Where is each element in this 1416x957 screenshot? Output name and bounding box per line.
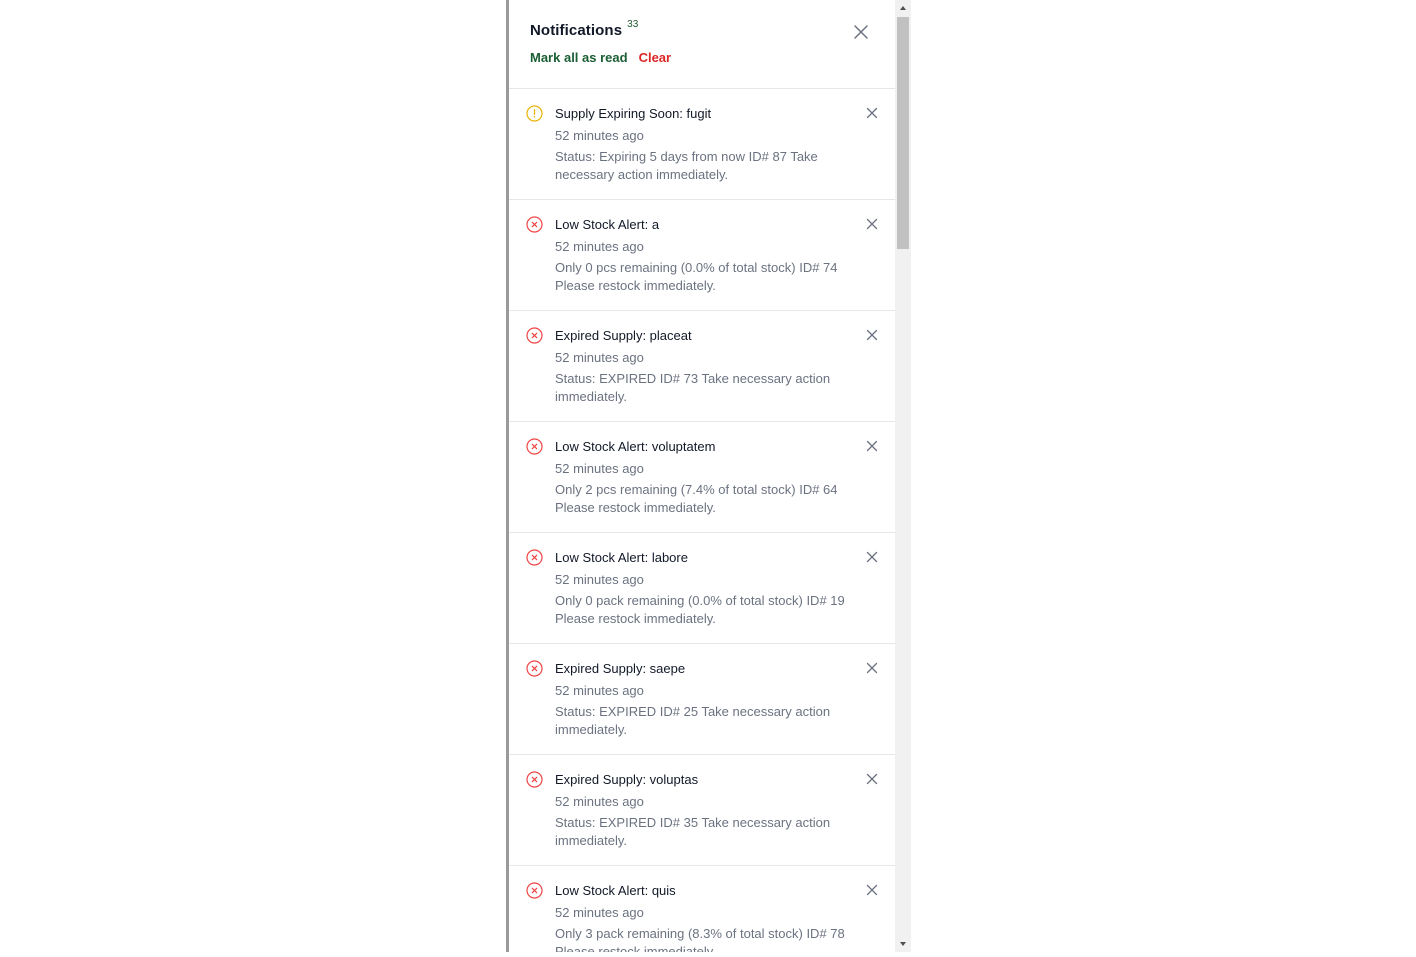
close-icon xyxy=(866,440,878,452)
notification-title: Expired Supply: placeat xyxy=(555,328,692,343)
notification-message: Only 2 pcs remaining (7.4% of total stoc… xyxy=(555,482,838,515)
notifications-panel: Notifications 33 Mark all as read Clear … xyxy=(506,0,895,952)
dismiss-notification-button[interactable] xyxy=(866,106,878,119)
close-icon xyxy=(866,662,878,674)
notification-title: Low Stock Alert: voluptatem xyxy=(555,439,716,454)
notification-timestamp: 52 minutes ago xyxy=(555,461,644,476)
dismiss-notification-button[interactable] xyxy=(866,550,878,563)
notification-timestamp: 52 minutes ago xyxy=(555,350,644,365)
notification-item[interactable]: Expired Supply: placeat 52 minutes ago Sta… xyxy=(509,311,895,422)
notification-list: Supply Expiring Soon: fugit 52 minutes ag… xyxy=(509,89,895,952)
error-icon xyxy=(526,549,543,566)
close-icon xyxy=(866,107,878,119)
close-icon xyxy=(866,218,878,230)
scrollbar-thumb[interactable] xyxy=(897,17,909,249)
scroll-up-button[interactable] xyxy=(895,0,911,16)
mark-all-read-button[interactable]: Mark all as read xyxy=(530,49,628,66)
panel-title: Notifications xyxy=(530,22,623,39)
dismiss-notification-button[interactable] xyxy=(866,217,878,230)
dismiss-notification-button[interactable] xyxy=(866,439,878,452)
error-icon xyxy=(526,771,543,788)
notification-timestamp: 52 minutes ago xyxy=(555,794,644,809)
notification-item[interactable]: Expired Supply: voluptas 52 minutes ago St… xyxy=(509,755,895,866)
notification-item[interactable]: Supply Expiring Soon: fugit 52 minutes ag… xyxy=(509,89,895,200)
notification-timestamp: 52 minutes ago xyxy=(555,128,644,143)
scroll-down-button[interactable] xyxy=(895,936,911,952)
scrollbar[interactable] xyxy=(895,0,911,952)
title-row: Notifications 33 xyxy=(530,18,638,44)
notification-timestamp: 52 minutes ago xyxy=(555,572,644,587)
close-panel-button[interactable] xyxy=(852,23,870,41)
notification-item[interactable]: Low Stock Alert: labore 52 minutes ago Onl… xyxy=(509,533,895,644)
notification-item[interactable]: Low Stock Alert: a 52 minutes ago Only 0 p… xyxy=(509,200,895,311)
notification-title: Low Stock Alert: quis xyxy=(555,883,676,898)
header-actions: Mark all as read Clear xyxy=(530,49,671,66)
notification-message: Only 3 pack remaining (8.3% of total sto… xyxy=(555,926,845,952)
notification-message: Status: Expiring 5 days from now ID# 87 … xyxy=(555,149,818,182)
notification-item[interactable]: Low Stock Alert: voluptatem 52 minutes ag… xyxy=(509,422,895,533)
dismiss-notification-button[interactable] xyxy=(866,661,878,674)
dismiss-notification-button[interactable] xyxy=(866,328,878,341)
error-icon xyxy=(526,216,543,233)
notification-title: Expired Supply: saepe xyxy=(555,661,686,676)
notification-message: Status: EXPIRED ID# 25 Take necessary ac… xyxy=(555,704,831,737)
close-icon xyxy=(866,884,878,896)
dismiss-notification-button[interactable] xyxy=(866,883,878,896)
notification-timestamp: 52 minutes ago xyxy=(555,683,644,698)
arrow-down-icon xyxy=(900,942,906,946)
notification-item[interactable]: Expired Supply: saepe 52 minutes ago Statu… xyxy=(509,644,895,755)
notification-message: Status: EXPIRED ID# 35 Take necessary ac… xyxy=(555,815,831,848)
notifications-header: Notifications 33 Mark all as read Clear xyxy=(509,0,895,89)
notification-timestamp: 52 minutes ago xyxy=(555,239,644,254)
close-icon xyxy=(866,773,878,785)
arrow-up-icon xyxy=(900,6,906,10)
clear-button[interactable]: Clear xyxy=(639,49,672,66)
close-icon xyxy=(866,551,878,563)
error-icon xyxy=(526,660,543,677)
notification-message: Status: EXPIRED ID# 73 Take necessary ac… xyxy=(555,371,831,404)
close-icon xyxy=(854,25,868,39)
notification-item[interactable]: Low Stock Alert: quis 52 minutes ago Only … xyxy=(509,866,895,952)
close-icon xyxy=(866,329,878,341)
notification-message: Only 0 pcs remaining (0.0% of total stoc… xyxy=(555,260,838,293)
notification-timestamp: 52 minutes ago xyxy=(555,905,644,920)
notification-title: Expired Supply: voluptas xyxy=(555,772,699,787)
error-icon xyxy=(526,327,543,344)
notification-title: Low Stock Alert: labore xyxy=(555,550,688,565)
notification-message: Only 0 pack remaining (0.0% of total sto… xyxy=(555,593,845,626)
error-icon xyxy=(526,438,543,455)
notification-title: Supply Expiring Soon: fugit xyxy=(555,106,712,121)
error-icon xyxy=(526,882,543,899)
notification-count-badge: 33 xyxy=(627,19,639,30)
dismiss-notification-button[interactable] xyxy=(866,772,878,785)
notification-title: Low Stock Alert: a xyxy=(555,217,660,232)
warning-icon xyxy=(526,105,543,122)
